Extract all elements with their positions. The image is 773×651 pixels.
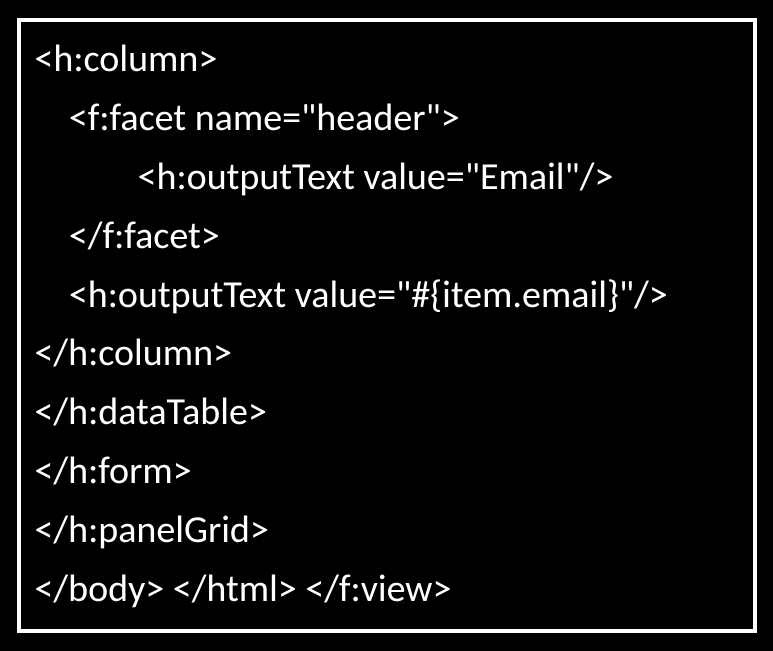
code-line: </f:facet> (35, 207, 739, 266)
code-snippet-box: <h:column> <f:facet name="header"> <h:ou… (17, 18, 757, 633)
code-line: <h:column> (35, 30, 739, 89)
code-line: <h:outputText value="Email"/> (35, 148, 739, 207)
code-line: </h:panelGrid> (35, 501, 739, 560)
code-line: </h:column> (35, 324, 739, 383)
code-line: </body> </html> </f:view> (35, 560, 739, 619)
code-line: </h:dataTable> (35, 383, 739, 442)
code-line: </h:form> (35, 442, 739, 501)
code-line: <f:facet name="header"> (35, 89, 739, 148)
code-line: <h:outputText value="#{item.email}"/> (35, 266, 739, 325)
